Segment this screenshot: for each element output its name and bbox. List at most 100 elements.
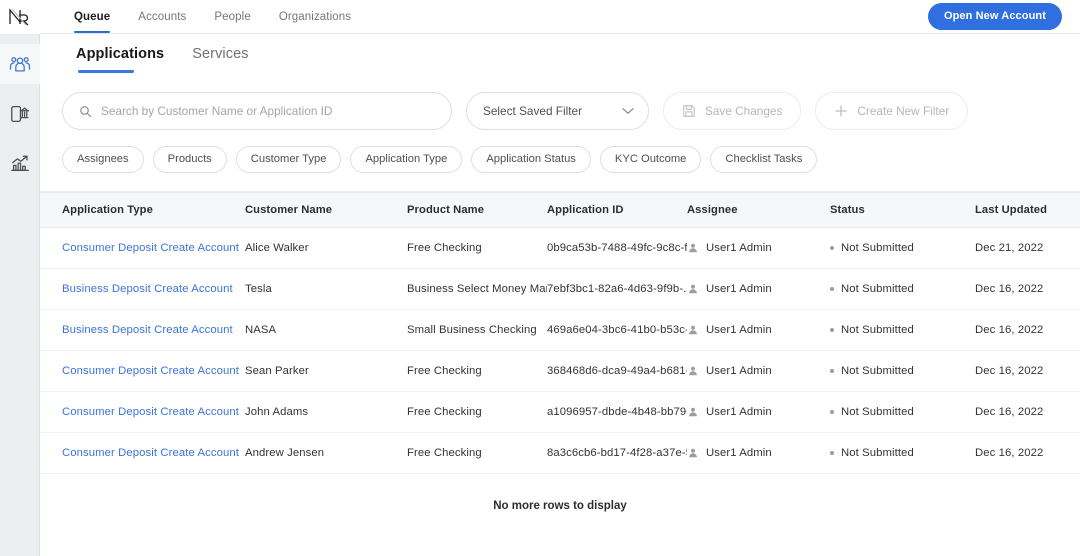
filter-chip-products[interactable]: Products bbox=[152, 146, 227, 173]
assignee-name: User1 Admin bbox=[706, 242, 772, 254]
cell-last-updated: Dec 16, 2022 bbox=[975, 268, 1080, 310]
status-dot bbox=[830, 410, 834, 414]
application-type-link[interactable]: Consumer Deposit Create Account bbox=[62, 242, 239, 254]
column-header-application-type[interactable]: Application Type bbox=[40, 192, 245, 228]
product-name-text: Free Checking bbox=[407, 447, 482, 459]
saved-filter-select[interactable]: Select Saved Filter bbox=[466, 92, 649, 130]
saved-filter-value: Select Saved Filter bbox=[483, 104, 583, 118]
filter-chip-kyc-outcome[interactable]: KYC Outcome bbox=[599, 146, 702, 173]
sidebar-item-people[interactable] bbox=[0, 44, 40, 84]
cell-last-updated: Dec 16, 2022 bbox=[975, 350, 1080, 392]
column-header-assignee[interactable]: Assignee bbox=[687, 192, 830, 228]
app-logo[interactable] bbox=[0, 0, 40, 34]
table-row[interactable]: Consumer Deposit Create Account John Adam… bbox=[40, 391, 1080, 433]
assignee-name: User1 Admin bbox=[706, 365, 772, 377]
table-body: Consumer Deposit Create Account Alice Wal… bbox=[40, 227, 1080, 474]
cell-last-updated: Dec 16, 2022 bbox=[975, 309, 1080, 351]
cell-last-updated: Dec 21, 2022 bbox=[975, 227, 1080, 269]
application-id-text: 469a6e04-3bc6-41b0-b53c-... bbox=[547, 324, 687, 336]
tab-organizations[interactable]: Organizations bbox=[265, 0, 365, 33]
tab-services-label: Services bbox=[192, 46, 249, 62]
filter-chip-application-status[interactable]: Application Status bbox=[471, 146, 591, 173]
create-new-filter-button[interactable]: Create New Filter bbox=[815, 92, 969, 130]
cell-application-id: 0b9ca53b-7488-49fc-9c8c-f... bbox=[547, 227, 687, 269]
application-type-link[interactable]: Consumer Deposit Create Account bbox=[62, 447, 239, 459]
assignee-name: User1 Admin bbox=[706, 406, 772, 418]
assignee-name: User1 Admin bbox=[706, 324, 772, 336]
filter-chip-customer-type[interactable]: Customer Type bbox=[235, 146, 342, 173]
filter-chip-assignees[interactable]: Assignees bbox=[62, 146, 144, 173]
chevron-down-icon bbox=[622, 108, 634, 114]
cell-status: Not Submitted bbox=[830, 391, 975, 433]
cell-application-type: Consumer Deposit Create Account bbox=[40, 350, 245, 392]
open-new-account-button[interactable]: Open New Account bbox=[927, 3, 1062, 30]
sidebar-item-analytics[interactable] bbox=[0, 144, 40, 184]
top-navigation: Queue Accounts People Organizations Open… bbox=[40, 0, 1080, 34]
column-header-product-name[interactable]: Product Name bbox=[407, 192, 547, 228]
filter-controls-row: Search by Customer Name or Application I… bbox=[62, 92, 1060, 130]
column-header-status[interactable]: Status bbox=[830, 192, 975, 228]
column-header-application-id[interactable]: Application ID bbox=[547, 192, 687, 228]
tab-applications[interactable]: Applications bbox=[62, 46, 178, 73]
application-type-link[interactable]: Business Deposit Create Account bbox=[62, 283, 233, 295]
status-badge: Not Submitted bbox=[841, 242, 914, 254]
page-footer-space bbox=[40, 534, 1080, 556]
cell-last-updated: Dec 16, 2022 bbox=[975, 391, 1080, 433]
save-changes-button[interactable]: Save Changes bbox=[663, 92, 802, 130]
filter-chip-checklist-tasks[interactable]: Checklist Tasks bbox=[710, 146, 818, 173]
save-changes-label: Save Changes bbox=[705, 104, 783, 118]
cell-customer-name: NASA bbox=[245, 309, 407, 351]
people-icon bbox=[9, 57, 30, 72]
cell-assignee: User1 Admin bbox=[687, 268, 830, 310]
status-badge: Not Submitted bbox=[841, 324, 914, 336]
cell-application-type: Business Deposit Create Account bbox=[40, 268, 245, 310]
cell-application-id: 7ebf3bc1-82a6-4d63-9f9b-... bbox=[547, 268, 687, 310]
application-id-text: 368468d6-dca9-49a4-b681-... bbox=[547, 365, 687, 377]
applications-table: Application Type Customer Name Product N… bbox=[40, 192, 1080, 474]
application-id-text: a1096957-dbde-4b48-bb79-... bbox=[547, 406, 687, 418]
tab-organizations-label: Organizations bbox=[278, 10, 352, 23]
search-input[interactable]: Search by Customer Name or Application I… bbox=[62, 92, 452, 130]
assignee-name: User1 Admin bbox=[706, 447, 772, 459]
status-dot bbox=[830, 451, 834, 455]
cell-last-updated: Dec 16, 2022 bbox=[975, 432, 1080, 474]
tab-queue[interactable]: Queue bbox=[60, 0, 124, 33]
status-dot bbox=[830, 246, 834, 250]
sidebar-item-banking[interactable] bbox=[0, 94, 40, 134]
column-header-last-updated[interactable]: Last Updated bbox=[975, 192, 1080, 228]
cell-product-name: Free Checking bbox=[407, 432, 547, 474]
table-row[interactable]: Business Deposit Create Account NASA Small… bbox=[40, 309, 1080, 351]
cell-application-type: Consumer Deposit Create Account bbox=[40, 227, 245, 269]
application-id-text: 0b9ca53b-7488-49fc-9c8c-f... bbox=[547, 242, 687, 254]
cell-assignee: User1 Admin bbox=[687, 391, 830, 433]
table-row[interactable]: Consumer Deposit Create Account Andrew Je… bbox=[40, 432, 1080, 474]
application-type-link[interactable]: Consumer Deposit Create Account bbox=[62, 365, 239, 377]
status-badge: Not Submitted bbox=[841, 365, 914, 377]
application-type-link[interactable]: Business Deposit Create Account bbox=[62, 324, 233, 336]
application-id-text: 8a3c6cb6-bd17-4f28-a37e-5... bbox=[547, 447, 687, 459]
top-nav-actions: Open New Account bbox=[927, 0, 1080, 33]
column-header-customer-name[interactable]: Customer Name bbox=[245, 192, 407, 228]
table-row[interactable]: Consumer Deposit Create Account Alice Wal… bbox=[40, 227, 1080, 269]
cell-customer-name: John Adams bbox=[245, 391, 407, 433]
cell-application-type: Consumer Deposit Create Account bbox=[40, 432, 245, 474]
table-row[interactable]: Business Deposit Create Account Tesla Busi… bbox=[40, 268, 1080, 310]
cell-application-id: 8a3c6cb6-bd17-4f28-a37e-5... bbox=[547, 432, 687, 474]
tab-accounts-label: Accounts bbox=[138, 10, 187, 23]
table-row[interactable]: Consumer Deposit Create Account Sean Park… bbox=[40, 350, 1080, 392]
cell-application-type: Business Deposit Create Account bbox=[40, 309, 245, 351]
filter-chips: Assignees Products Customer Type Applica… bbox=[62, 146, 1060, 173]
cell-product-name: Small Business Checking bbox=[407, 309, 547, 351]
tab-accounts[interactable]: Accounts bbox=[124, 0, 200, 33]
cell-customer-name: Alice Walker bbox=[245, 227, 407, 269]
app-root: Queue Accounts People Organizations Open… bbox=[0, 0, 1080, 556]
left-rail bbox=[0, 0, 40, 556]
filter-chip-application-type[interactable]: Application Type bbox=[350, 146, 463, 173]
application-type-link[interactable]: Consumer Deposit Create Account bbox=[62, 406, 239, 418]
tab-people[interactable]: People bbox=[200, 0, 264, 33]
product-name-text: Small Business Checking bbox=[407, 324, 537, 336]
cell-status: Not Submitted bbox=[830, 268, 975, 310]
tab-services[interactable]: Services bbox=[178, 46, 262, 62]
cell-assignee: User1 Admin bbox=[687, 227, 830, 269]
table-header: Application Type Customer Name Product N… bbox=[40, 192, 1080, 228]
